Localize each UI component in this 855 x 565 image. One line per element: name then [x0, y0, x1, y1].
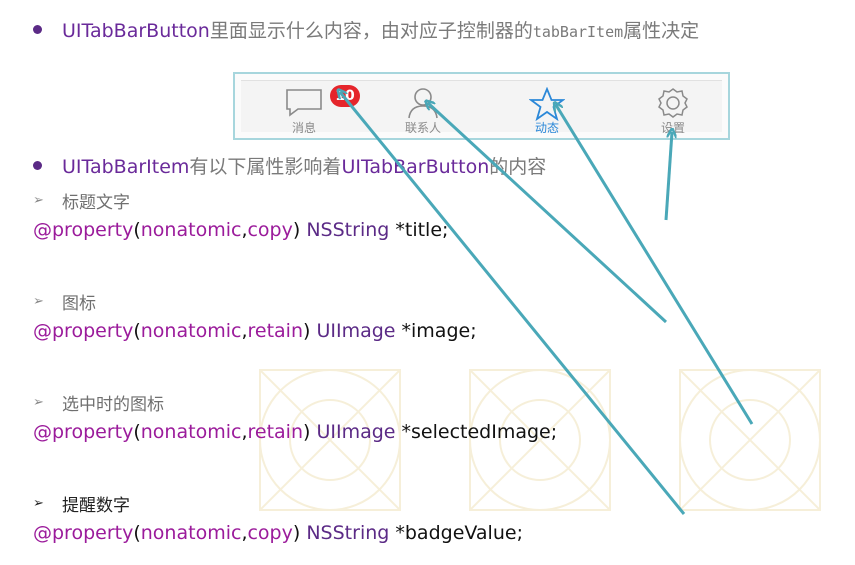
annotation-arrows — [0, 0, 754, 515]
arrow-to-selected-image — [556, 105, 754, 425]
arrow-to-badge — [340, 92, 686, 515]
arrow-to-title — [664, 132, 672, 221]
arrow-to-image — [428, 103, 668, 324]
